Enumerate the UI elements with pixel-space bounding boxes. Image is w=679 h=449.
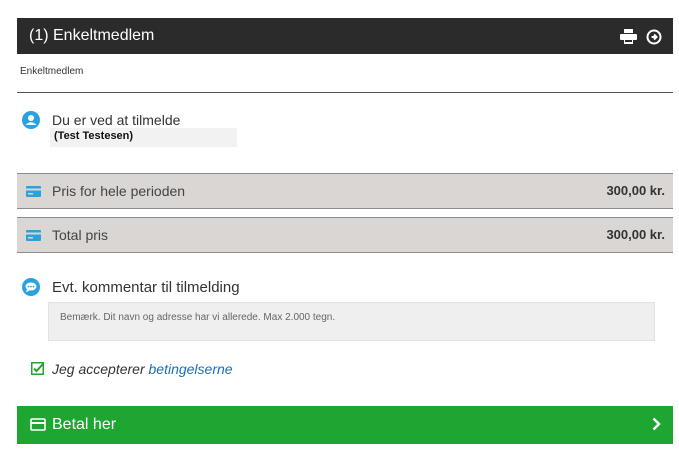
circle-arrow-icon[interactable] bbox=[645, 28, 662, 45]
header-actions bbox=[620, 28, 662, 45]
page-title: (1) Enkeltmedlem bbox=[29, 27, 155, 44]
pay-label: Betal her bbox=[52, 416, 117, 433]
chevron-right-icon bbox=[652, 417, 661, 431]
user-icon bbox=[22, 111, 40, 129]
checkbox-checked-icon[interactable] bbox=[31, 362, 44, 375]
price-row-period: Pris for hele perioden 300,00 kr. bbox=[17, 173, 673, 209]
terms-label: Jeg accepterer betingelserne bbox=[52, 361, 233, 377]
comment-icon bbox=[22, 278, 40, 296]
price-value: 300,00 kr. bbox=[606, 183, 665, 198]
terms-link[interactable]: betingelserne bbox=[149, 361, 233, 377]
price-label: Pris for hele perioden bbox=[52, 183, 186, 199]
total-label: Total pris bbox=[52, 227, 109, 243]
credit-card-icon bbox=[26, 186, 41, 197]
comment-label: Evt. kommentar til tilmelding bbox=[52, 279, 240, 296]
signup-heading: Du er ved at tilmelde bbox=[52, 112, 181, 128]
terms-text: Jeg accepterer bbox=[52, 361, 145, 377]
credit-card-icon bbox=[30, 418, 46, 431]
credit-card-icon bbox=[26, 230, 41, 241]
price-row-total: Total pris 300,00 kr. bbox=[17, 217, 673, 253]
member-name: (Test Testesen) bbox=[54, 130, 134, 142]
comment-input[interactable] bbox=[48, 302, 655, 341]
registration-panel: (1) Enkeltmedlem Enkeltmedlem Du er ved … bbox=[0, 0, 679, 449]
total-value: 300,00 kr. bbox=[606, 227, 665, 242]
print-icon[interactable] bbox=[620, 28, 637, 45]
header-bar: (1) Enkeltmedlem bbox=[17, 18, 673, 54]
page-subtitle: Enkeltmedlem bbox=[20, 66, 84, 77]
divider bbox=[17, 92, 673, 93]
pay-button[interactable]: Betal her bbox=[17, 406, 673, 444]
